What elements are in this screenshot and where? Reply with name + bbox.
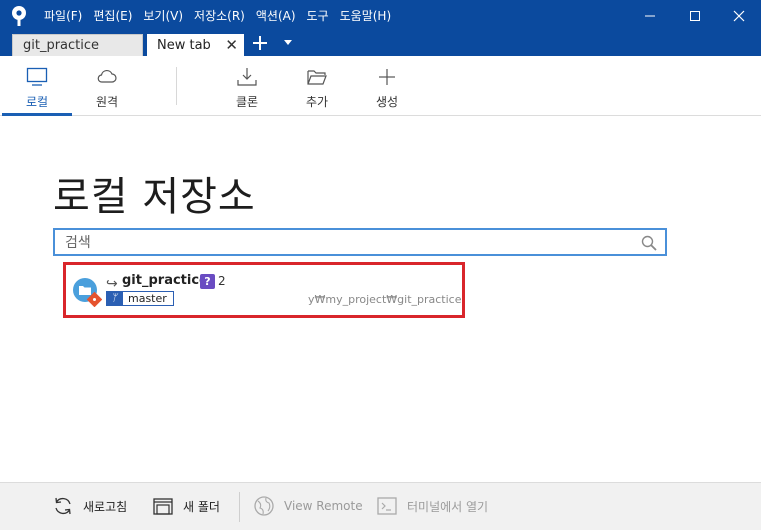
toolbar: 로컬 원격 클론 추가 생성 — [0, 56, 761, 116]
refresh-icon — [55, 497, 71, 515]
monitor-icon — [26, 67, 48, 86]
share-arrow-icon: ↪ — [106, 276, 118, 292]
close-icon — [733, 10, 745, 21]
tab-remote-label: 원격 — [95, 95, 119, 109]
add-button[interactable]: 추가 — [282, 56, 352, 116]
search-icon[interactable] — [641, 235, 657, 251]
sourcetree-logo-icon — [12, 6, 26, 26]
open-terminal-label: 터미널에서 열기 — [407, 499, 489, 514]
new-folder-button[interactable]: 새 폴더 — [152, 495, 220, 517]
tab-git-practice[interactable]: git_practice — [12, 34, 143, 56]
terminal-icon — [377, 497, 397, 515]
menu-repository[interactable]: 저장소(R) — [194, 7, 245, 24]
refresh-button[interactable]: 새로고침 — [52, 495, 127, 517]
tab-local-label: 로컬 — [25, 95, 49, 109]
repository-name: git_practice — [122, 273, 208, 288]
menu-file[interactable]: 파일(F) — [44, 7, 82, 24]
toolbar-divider — [176, 67, 177, 105]
branch-name: master — [122, 291, 174, 306]
minimize-button[interactable] — [628, 0, 672, 31]
download-icon — [237, 68, 257, 86]
repository-folder-icon — [73, 278, 102, 307]
untracked-badge: ? — [200, 274, 215, 289]
view-remote-button[interactable]: View Remote — [253, 495, 363, 517]
search-input[interactable] — [65, 233, 625, 253]
create-label: 생성 — [375, 95, 399, 109]
open-terminal-button[interactable]: 터미널에서 열기 — [376, 495, 488, 517]
repository-path: y₩my_project₩git_practice — [308, 293, 462, 306]
tab-label: New tab — [157, 37, 211, 53]
maximize-button[interactable] — [673, 0, 717, 31]
tab-bar: git_practice New tab ✕ — [0, 31, 761, 56]
clone-label: 클론 — [235, 95, 259, 109]
tab-label: git_practice — [23, 38, 100, 53]
untracked-count: 2 — [218, 274, 226, 288]
close-window-button[interactable] — [717, 0, 761, 31]
footer-bar: 새로고침 새 폴더 View Remote 터미널에서 열기 — [0, 482, 761, 530]
clone-button[interactable]: 클론 — [212, 56, 282, 116]
branch-icon: ᛘ — [106, 291, 122, 306]
footer-divider — [239, 492, 240, 522]
refresh-label: 새로고침 — [83, 499, 128, 514]
menu-help[interactable]: 도움말(H) — [340, 7, 392, 24]
minimize-icon — [645, 15, 655, 16]
tab-remote[interactable]: 원격 — [72, 56, 142, 116]
new-folder-icon — [153, 498, 173, 515]
repository-list-item[interactable]: ↪ git_practice ? 2 ᛘ master y₩my_project… — [63, 262, 465, 318]
add-tab-icon[interactable] — [250, 33, 270, 53]
menu-tools[interactable]: 도구 — [307, 7, 329, 24]
tab-close-icon[interactable]: ✕ — [225, 36, 238, 54]
view-remote-label: View Remote — [284, 499, 363, 513]
menu-actions[interactable]: 액션(A) — [256, 7, 296, 24]
cloud-icon — [97, 69, 117, 83]
menu-edit[interactable]: 편집(E) — [93, 7, 132, 24]
tab-dropdown-icon[interactable] — [284, 40, 292, 45]
create-button[interactable]: 생성 — [352, 56, 422, 116]
title-bar: 파일(F) 편집(E) 보기(V) 저장소(R) 액션(A) 도구 도움말(H) — [0, 0, 761, 31]
tab-local[interactable]: 로컬 — [2, 56, 72, 116]
search-box — [53, 228, 667, 256]
maximize-icon — [690, 10, 700, 21]
plus-icon — [379, 69, 395, 85]
menu-view[interactable]: 보기(V) — [143, 7, 183, 24]
menu-bar: 파일(F) 편집(E) 보기(V) 저장소(R) 액션(A) 도구 도움말(H) — [44, 0, 402, 31]
tab-new-tab[interactable]: New tab ✕ — [147, 34, 244, 56]
add-label: 추가 — [305, 95, 329, 109]
folder-open-icon — [307, 70, 327, 85]
globe-icon — [254, 496, 274, 516]
new-folder-label: 새 폴더 — [183, 499, 220, 514]
page-title: 로컬 저장소 — [53, 174, 256, 220]
